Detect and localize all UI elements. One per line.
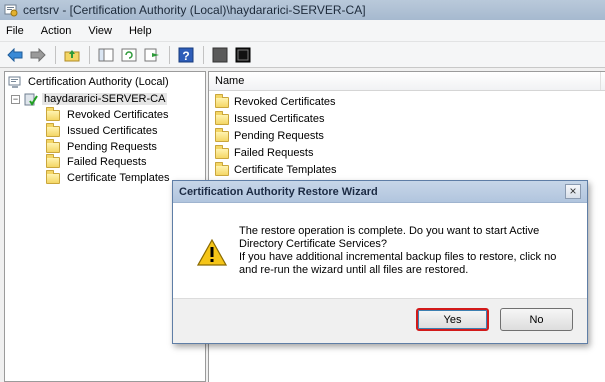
dialog-title-bar[interactable]: Certification Authority Restore Wizard [173,181,587,203]
list-item[interactable]: Failed Requests [215,144,314,161]
folder-icon [46,153,60,168]
message-line: Directory Certificate Services? [239,238,387,250]
toolbar-separator [169,45,170,64]
yes-button[interactable]: Yes [416,308,489,331]
tree-ca-label: haydararici-SERVER-CA [42,93,168,105]
folder-icon [215,161,229,176]
tree-root-label: Certification Authority (Local) [28,76,169,88]
folder-icon [46,106,60,121]
menu-bar: File Action View Help [0,20,605,42]
warning-icon [197,239,227,266]
folder-icon [215,93,229,108]
ca-server-icon [24,93,38,106]
help-icon[interactable]: ? [176,45,196,65]
folder-icon [215,127,229,142]
toolbar-separator [89,45,90,64]
list-item-label: Revoked Certificates [234,96,336,108]
tree-item-failed[interactable]: Failed Requests [46,153,149,170]
svg-text:?: ? [182,49,189,63]
folder-icon [46,138,60,153]
tree-root[interactable]: Certification Authority (Local) [8,74,171,90]
restore-wizard-dialog: Certification Authority Restore Wizard ×… [172,180,588,344]
folder-icon [46,169,60,184]
close-icon[interactable]: × [565,184,581,199]
tree-item-label: Issued Certificates [67,125,158,137]
collapse-expander[interactable]: − [11,94,20,104]
tree-item-pending[interactable]: Pending Requests [46,138,159,155]
list-item-label: Pending Requests [234,130,324,142]
start-service-icon[interactable] [233,45,253,65]
menu-file[interactable]: File [6,25,24,37]
computer-cert-icon [8,76,21,88]
list-header: Name [209,72,605,91]
toolbar-separator [55,45,56,64]
window-title-bar: certsrv - [Certification Authority (Loca… [0,0,605,20]
tree-item-revoked[interactable]: Revoked Certificates [46,106,171,123]
message-line: The restore operation is complete. Do yo… [239,225,540,237]
no-button[interactable]: No [500,308,573,331]
message-line: If you have additional incremental backu… [239,251,557,263]
stop-service-icon[interactable] [210,45,230,65]
list-item[interactable]: Revoked Certificates [215,93,336,110]
tree-ca-node[interactable]: − haydararici-SERVER-CA [11,91,168,107]
dialog-title: Certification Authority Restore Wizard [179,185,378,198]
menu-action[interactable]: Action [41,25,72,37]
tree-item-label: Pending Requests [67,141,157,153]
forward-icon[interactable] [28,45,48,65]
folder-icon [215,144,229,159]
list-item[interactable]: Certificate Templates [215,161,337,178]
toolbar: ? [0,42,605,68]
tree-item-templates[interactable]: Certificate Templates [46,169,172,186]
show-hide-tree-icon[interactable] [96,45,116,65]
tree-item-label: Failed Requests [67,156,147,168]
list-item-label: Failed Requests [234,147,314,159]
refresh-icon[interactable] [119,45,139,65]
list-item[interactable]: Issued Certificates [215,110,325,127]
certsrv-app-icon [4,4,18,17]
menu-view[interactable]: View [88,25,112,37]
column-header-name[interactable]: Name [209,72,601,90]
tree-item-label: Revoked Certificates [67,109,169,121]
list-item-label: Issued Certificates [234,113,325,125]
up-folder-icon[interactable] [62,45,82,65]
folder-icon [46,122,60,137]
message-line: and re-run the wizard until all files ar… [239,264,469,276]
tree-item-label: Certificate Templates [67,172,170,184]
dialog-message: The restore operation is complete. Do yo… [239,225,579,277]
back-icon[interactable] [5,45,25,65]
list-item[interactable]: Pending Requests [215,127,324,144]
menu-help[interactable]: Help [129,25,152,37]
dialog-body: The restore operation is complete. Do yo… [173,203,587,299]
toolbar-separator [203,45,204,64]
tree-item-issued[interactable]: Issued Certificates [46,122,159,139]
list-item-label: Certificate Templates [234,164,337,176]
folder-icon [215,110,229,125]
window-title: certsrv - [Certification Authority (Loca… [23,3,366,17]
export-list-icon[interactable] [142,45,162,65]
